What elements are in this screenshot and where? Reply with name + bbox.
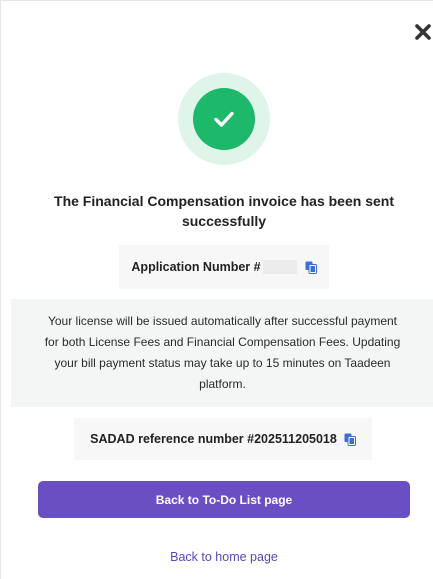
copy-application-number-icon[interactable]	[305, 261, 317, 274]
dialog-title: The Financial Compensation invoice has b…	[31, 191, 417, 231]
copy-icon	[305, 261, 317, 274]
close-icon[interactable]	[412, 21, 433, 43]
copy-sadad-reference-icon[interactable]	[344, 433, 356, 446]
info-line-3: your bill payment status may take up to …	[54, 356, 391, 370]
success-icon-halo	[178, 73, 270, 165]
application-number-label: Application Number #	[131, 260, 261, 274]
checkmark-icon	[214, 111, 234, 127]
sadad-reference-box: SADAD reference number #202511205018	[74, 418, 372, 460]
copy-icon	[344, 433, 356, 446]
application-number-box: Application Number #	[119, 245, 329, 289]
back-to-todo-list-button[interactable]: Back to To-Do List page	[38, 481, 410, 518]
dialog-title-line-2: successfully	[181, 213, 267, 229]
sadad-reference-label: SADAD reference number #202511205018	[90, 432, 337, 446]
license-info-text: Your license will be issued automaticall…	[45, 311, 401, 395]
license-info-box: Your license will be issued automaticall…	[11, 299, 433, 407]
application-number-value	[262, 260, 297, 274]
check-circle-icon	[193, 88, 255, 150]
invoice-sent-dialog: The Financial Compensation invoice has b…	[0, 0, 433, 579]
dialog-title-line-1: The Financial Compensation invoice has b…	[54, 193, 394, 209]
back-to-home-link[interactable]: Back to home page	[111, 550, 337, 564]
close-x-icon	[415, 24, 431, 40]
info-line-1: Your license will be issued automaticall…	[47, 314, 398, 328]
info-line-2: for both License Fees and Financial Comp…	[44, 335, 401, 349]
info-line-4: platform.	[199, 377, 246, 391]
